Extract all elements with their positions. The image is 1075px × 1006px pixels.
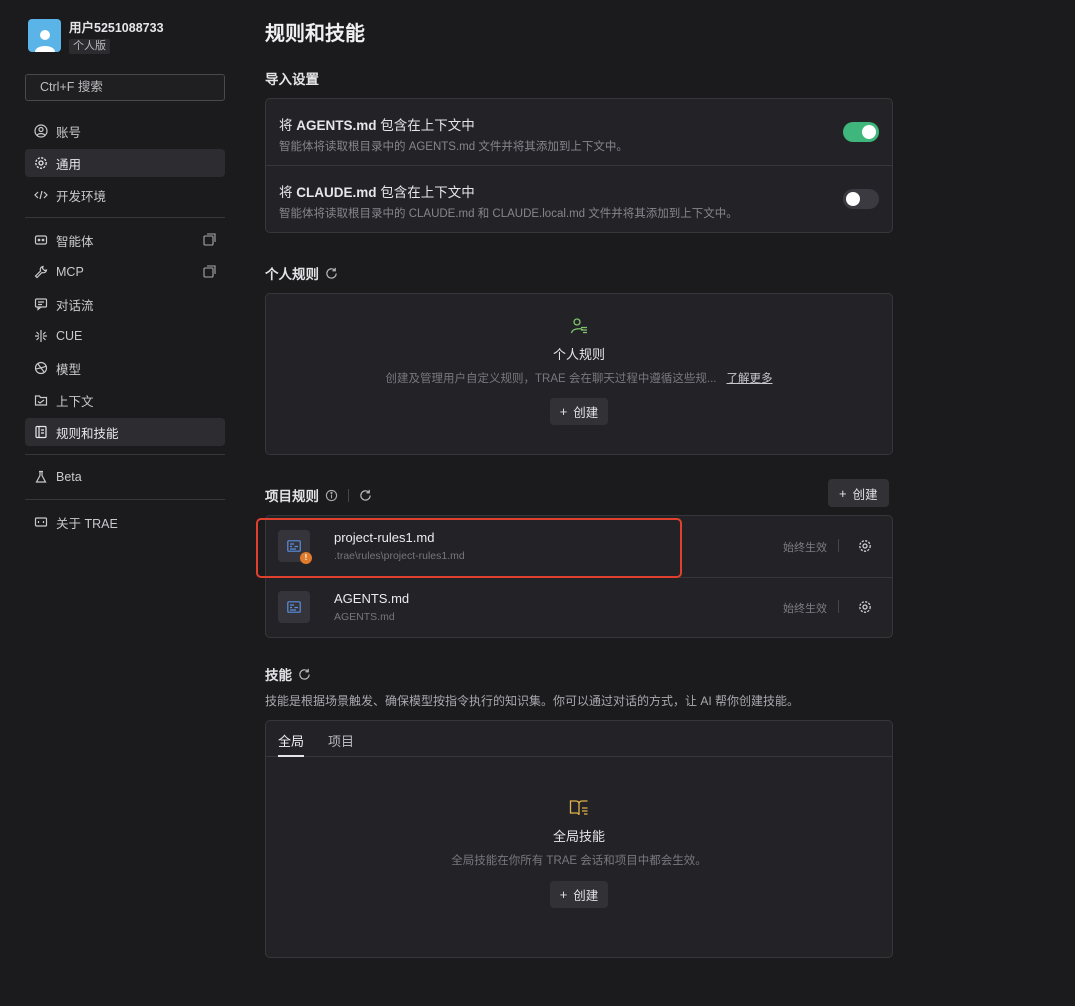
trae-icon (34, 515, 48, 529)
import-settings-card: 将 AGENTS.md 包含在上下文中 智能体将读取根目录中的 AGENTS.m… (265, 98, 893, 233)
create-personal-rule-button[interactable]: + 创建 (549, 398, 609, 425)
external-link-icon[interactable] (203, 265, 216, 278)
skills-card: 全局 项目 全局技能 全局技能在你所有 TRAE 会话和项目中都会生效。 + 创建 (265, 720, 893, 958)
sidebar-item-cue[interactable]: CUE (25, 322, 225, 350)
rule-name: AGENTS.md (334, 591, 410, 606)
skills-empty: 全局技能 全局技能在你所有 TRAE 会话和项目中都会生效。 + 创建 (266, 799, 892, 908)
code-icon (34, 188, 48, 202)
sidebar-item-beta[interactable]: Beta (25, 463, 225, 491)
info-icon[interactable] (325, 489, 338, 502)
rule-file-icon (278, 591, 310, 623)
skills-tabs: 全局 项目 (266, 721, 892, 757)
sidebar-item-label: 智能体 (56, 234, 94, 249)
create-project-rule-button[interactable]: + 创建 (828, 479, 889, 507)
sidebar-divider (25, 454, 225, 455)
skills-description: 技能是根据场景触发、确保模型按指令执行的知识集。你可以通过对话的方式，让 AI … (265, 694, 800, 708)
skills-title: 技能 (265, 664, 311, 684)
sidebar-item-label: 规则和技能 (56, 426, 119, 441)
status-divider (838, 600, 839, 613)
refresh-icon[interactable] (298, 668, 311, 681)
create-skill-button[interactable]: + 创建 (549, 881, 609, 908)
sidebar-item-label: 开发环境 (56, 189, 107, 204)
sidebar-item-account[interactable]: 账号 (25, 117, 225, 145)
personal-rules-card: 个人规则 创建及管理用户自定义规则，TRAE 会在聊天过程中遵循这些规... 了解… (265, 293, 893, 455)
sidebar-item-label: 模型 (56, 362, 82, 377)
sidebar-item-label: CUE (56, 329, 83, 343)
setting-row-agents: 将 AGENTS.md 包含在上下文中 智能体将读取根目录中的 AGENTS.m… (266, 99, 892, 165)
avatar (28, 19, 61, 52)
refresh-icon[interactable] (325, 267, 338, 280)
active-tab-indicator (278, 755, 304, 757)
refresh-icon[interactable] (359, 489, 372, 502)
highlight-box (256, 518, 682, 578)
chat-flow-icon (34, 297, 48, 311)
sidebar-item-context[interactable]: 上下文 (25, 386, 225, 414)
rule-status: 始终生效 (783, 603, 827, 615)
status-divider (838, 539, 839, 552)
rule-status: 始终生效 (783, 542, 827, 554)
learn-more-link[interactable]: 了解更多 (726, 373, 772, 385)
book-icon (569, 800, 588, 816)
sidebar-divider (25, 217, 225, 218)
sidebar-item-label: 通用 (56, 157, 82, 172)
user-rules-icon (570, 318, 587, 334)
agents-md-toggle[interactable] (843, 122, 879, 142)
personal-rules-title: 个人规则 (265, 263, 338, 283)
personal-rules-empty: 个人规则 创建及管理用户自定义规则，TRAE 会在聊天过程中遵循这些规... 了解… (266, 317, 892, 425)
page-title: 规则和技能 (265, 23, 365, 45)
search-box[interactable]: Ctrl+F 搜索 (25, 74, 225, 101)
setting-title: 将 AGENTS.md 包含在上下文中 (279, 118, 475, 133)
external-link-icon[interactable] (203, 233, 216, 246)
plan-badge: 个人版 (69, 39, 110, 54)
sidebar-item-agents[interactable]: 智能体 (25, 226, 225, 254)
user-circle-icon (34, 124, 48, 138)
setting-description: 智能体将读取根目录中的 AGENTS.md 文件并将其添加到上下文中。 (279, 141, 628, 153)
sidebar-item-label: 账号 (56, 125, 82, 140)
flask-icon (34, 470, 48, 484)
sidebar-item-model[interactable]: 模型 (25, 354, 225, 382)
empty-description: 创建及管理用户自定义规则，TRAE 会在聊天过程中遵循这些规... 了解更多 (385, 373, 773, 385)
cue-icon (34, 329, 48, 343)
sidebar-item-label: 上下文 (56, 394, 94, 409)
sidebar-item-label: 对话流 (56, 298, 94, 313)
rules-icon (34, 425, 48, 439)
rule-path: AGENTS.md (334, 611, 395, 623)
tab-project[interactable]: 项目 (328, 731, 354, 750)
model-icon (34, 361, 48, 375)
sidebar-item-label: Beta (56, 470, 82, 484)
empty-title: 全局技能 (552, 829, 605, 844)
sidebar-item-label: 关于 TRAE (56, 516, 118, 531)
context-icon (34, 393, 48, 407)
rule-row[interactable]: AGENTS.md AGENTS.md 始终生效 (266, 577, 892, 637)
user-profile[interactable]: 用户5251088733 个人版 (28, 19, 164, 54)
sidebar-item-rules-skills[interactable]: 规则和技能 (25, 418, 225, 446)
gear-icon[interactable] (858, 600, 872, 614)
empty-description: 全局技能在你所有 TRAE 会话和项目中都会生效。 (451, 855, 707, 867)
project-rules-title: 项目规则 (265, 485, 372, 505)
gear-icon (34, 156, 48, 170)
sidebar-item-general[interactable]: 通用 (25, 149, 225, 177)
sidebar-item-label: MCP (56, 265, 84, 279)
sidebar: 用户5251088733 个人版 Ctrl+F 搜索 账号 通用 开发环境 智能… (0, 0, 245, 1006)
sidebar-item-mcp[interactable]: MCP (25, 258, 225, 286)
tab-global[interactable]: 全局 (278, 731, 304, 750)
title-divider (348, 488, 349, 502)
person-icon (34, 30, 55, 52)
setting-description: 智能体将读取根目录中的 CLAUDE.md 和 CLAUDE.local.md … (279, 208, 738, 220)
setting-row-claude: 将 CLAUDE.md 包含在上下文中 智能体将读取根目录中的 CLAUDE.m… (266, 166, 892, 232)
gear-icon[interactable] (858, 539, 872, 553)
claude-md-toggle[interactable] (843, 189, 879, 209)
import-settings-title: 导入设置 (265, 72, 319, 87)
sidebar-item-chat-flow[interactable]: 对话流 (25, 290, 225, 318)
setting-title: 将 CLAUDE.md 包含在上下文中 (279, 185, 475, 200)
user-name: 用户5251088733 (69, 21, 164, 35)
sidebar-item-dev-env[interactable]: 开发环境 (25, 181, 225, 209)
robot-icon (34, 233, 48, 247)
sidebar-item-about[interactable]: 关于 TRAE (25, 508, 225, 536)
empty-title: 个人规则 (552, 347, 605, 362)
sidebar-divider (25, 499, 225, 500)
wrench-icon (34, 265, 48, 279)
